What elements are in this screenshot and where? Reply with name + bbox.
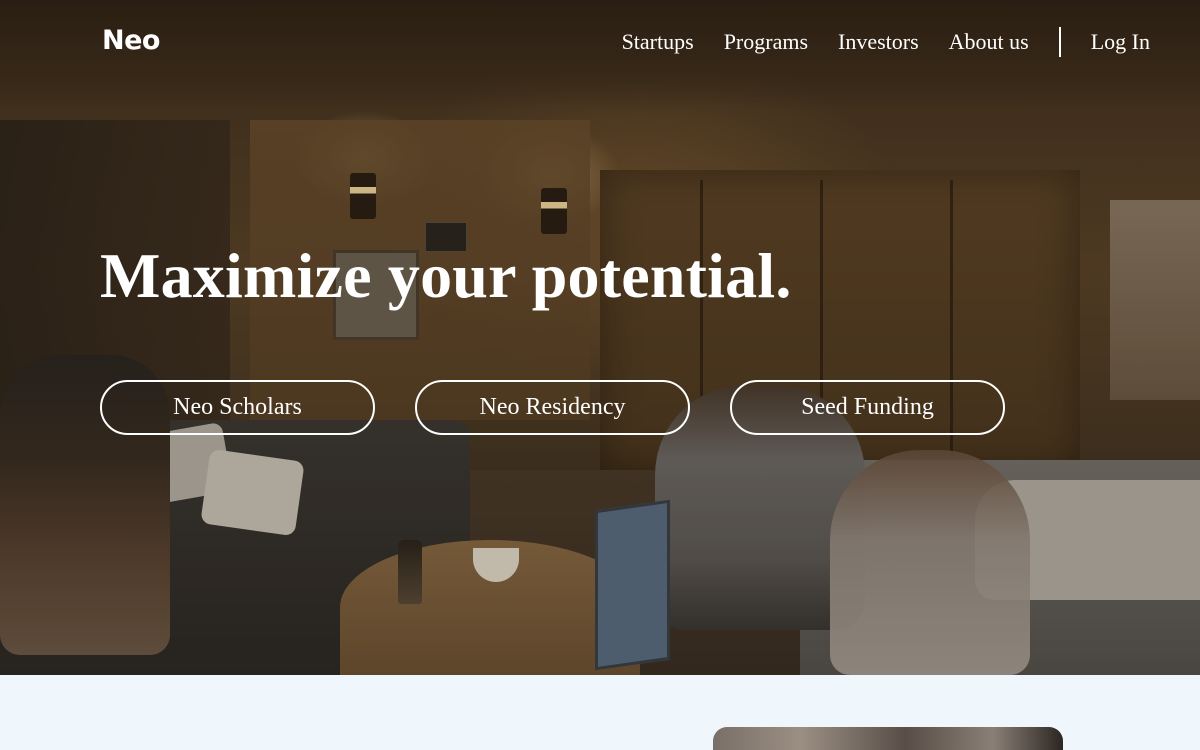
login-link[interactable]: Log In	[1091, 27, 1150, 57]
section-image	[713, 727, 1063, 750]
nav-about-us[interactable]: About us	[949, 27, 1029, 57]
nav-startups[interactable]: Startups	[622, 27, 694, 57]
main-nav: Startups Programs Investors About us Log…	[622, 27, 1150, 57]
nav-investors[interactable]: Investors	[838, 27, 919, 57]
image-overlay	[0, 0, 1200, 675]
nav-divider	[1058, 27, 1061, 57]
hero-headline: Maximize your potential.	[100, 240, 792, 311]
neo-scholars-button[interactable]: Neo Scholars	[100, 380, 375, 435]
neo-residency-button[interactable]: Neo Residency	[415, 380, 690, 435]
logo[interactable]: Neo	[102, 25, 160, 56]
hero-section: Neo Startups Programs Investors About us…	[0, 0, 1200, 675]
nav-programs[interactable]: Programs	[724, 27, 808, 57]
seed-funding-button[interactable]: Seed Funding	[730, 380, 1005, 435]
